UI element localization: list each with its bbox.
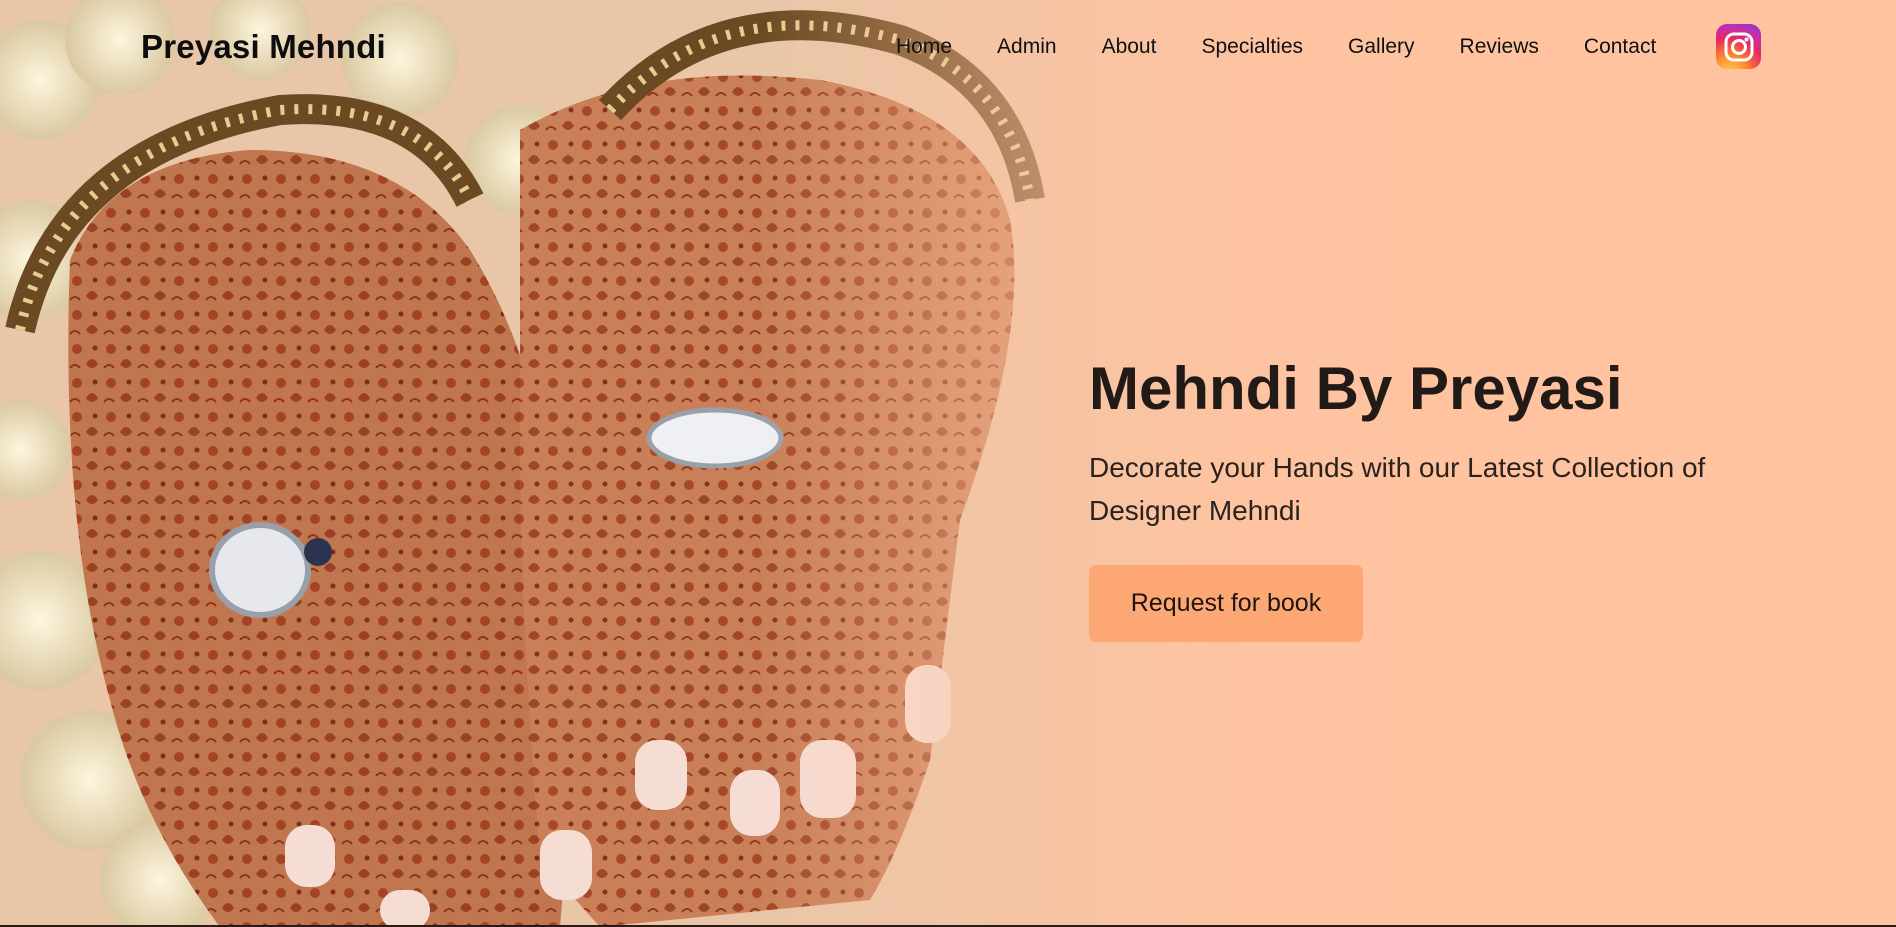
instagram-glyph bbox=[1724, 32, 1753, 61]
nav-menu: Home Admin About Specialties Gallery Rev… bbox=[896, 35, 1701, 59]
nav-item-reviews: Reviews bbox=[1460, 35, 1539, 59]
nav-link-reviews[interactable]: Reviews bbox=[1460, 35, 1539, 58]
hero-subtitle: Decorate your Hands with our Latest Coll… bbox=[1089, 452, 1706, 526]
instagram-icon[interactable] bbox=[1716, 24, 1761, 69]
navbar: Preyasi Mehndi Home Admin About Specialt… bbox=[0, 0, 1896, 95]
brand-logo-text[interactable]: Preyasi Mehndi bbox=[141, 28, 386, 66]
nav-item-admin: Admin bbox=[997, 35, 1057, 59]
nav-item-about: About bbox=[1102, 35, 1157, 59]
request-book-button[interactable]: Request for book bbox=[1089, 565, 1363, 642]
nav-link-admin[interactable]: Admin bbox=[997, 35, 1057, 58]
nav-item-gallery: Gallery bbox=[1348, 35, 1415, 59]
page: Preyasi Mehndi Home Admin About Specialt… bbox=[0, 0, 1896, 927]
nav-link-specialties[interactable]: Specialties bbox=[1201, 35, 1303, 58]
nav-link-about[interactable]: About bbox=[1102, 35, 1157, 58]
nav-link-contact[interactable]: Contact bbox=[1584, 35, 1656, 58]
nav-link-home[interactable]: Home bbox=[896, 35, 952, 58]
hero-title: Mehndi By Preyasi bbox=[1089, 355, 1623, 422]
nav-link-gallery[interactable]: Gallery bbox=[1348, 35, 1415, 58]
hero-content: Mehndi By Preyasi Decorate your Hands wi… bbox=[1089, 352, 1809, 642]
nav-item-specialties: Specialties bbox=[1201, 35, 1303, 59]
nav-item-home: Home bbox=[896, 35, 952, 59]
nav-item-contact: Contact bbox=[1584, 35, 1656, 59]
